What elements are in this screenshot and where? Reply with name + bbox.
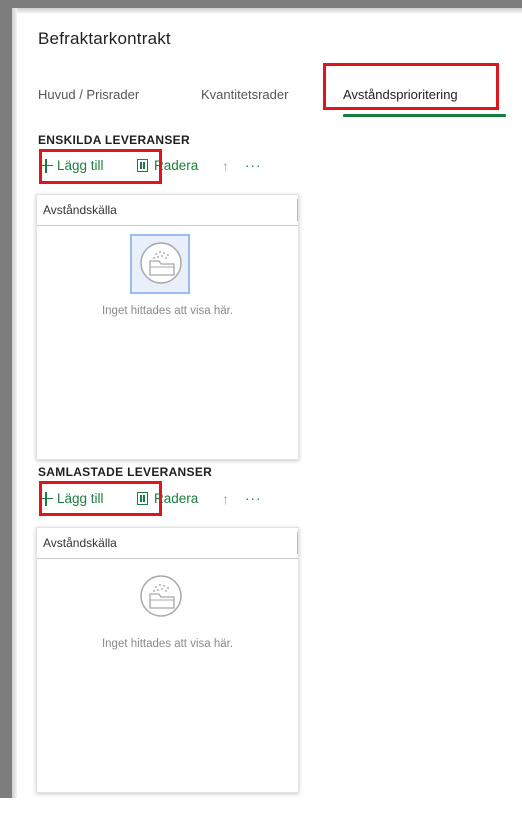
grid-header: Avståndskälla — [37, 528, 298, 559]
empty-state-text: Inget hittades att visa här. — [101, 638, 234, 650]
empty-state-text: Inget hittades att visa här. — [101, 305, 234, 317]
grid-enskilda: Avståndskälla Inget hittades att visa hä… — [36, 194, 299, 460]
column-header-avstandskalla[interactable]: Avståndskälla — [43, 203, 117, 217]
highlight-box-add-enskilda — [39, 149, 162, 184]
arrow-up-icon: ↑ — [222, 491, 229, 507]
highlight-box-add-samlastade — [39, 481, 162, 516]
column-resize-handle[interactable] — [297, 199, 298, 221]
column-resize-handle[interactable] — [297, 532, 298, 554]
move-up-button[interactable]: ↑ — [222, 158, 229, 174]
more-options-button[interactable]: ··· — [245, 491, 262, 506]
grid-samlastade: Avståndskälla Inget hittades att visa hä… — [36, 527, 299, 793]
empty-folder-icon — [140, 242, 182, 284]
ellipsis-icon: ··· — [245, 158, 262, 173]
window-frame-top — [0, 0, 522, 8]
tab-huvud-prisrader[interactable]: Huvud / Prisrader — [38, 87, 139, 102]
highlight-box-tab — [323, 63, 499, 110]
page-title: Befraktarkontrakt — [38, 29, 171, 48]
grid-header: Avståndskälla — [37, 195, 298, 226]
section-title-samlastade: SAMLASTADE LEVERANSER — [38, 465, 213, 479]
form-content: Befraktarkontrakt Huvud / Prisrader Kvan… — [17, 13, 522, 798]
ellipsis-icon: ··· — [245, 491, 262, 506]
empty-folder-icon — [140, 575, 182, 617]
window-frame-left — [0, 0, 12, 798]
empty-state: Inget hittades att visa här. — [37, 559, 298, 823]
move-up-button[interactable]: ↑ — [222, 491, 229, 507]
section-title-enskilda: ENSKILDA LEVERANSER — [38, 133, 190, 147]
empty-state: Inget hittades att visa här. — [37, 226, 298, 490]
tab-kvantitetsrader[interactable]: Kvantitetsrader — [201, 87, 288, 102]
arrow-up-icon: ↑ — [222, 158, 229, 174]
active-tab-indicator — [343, 114, 506, 117]
more-options-button[interactable]: ··· — [245, 158, 262, 173]
column-header-avstandskalla[interactable]: Avståndskälla — [43, 536, 117, 550]
